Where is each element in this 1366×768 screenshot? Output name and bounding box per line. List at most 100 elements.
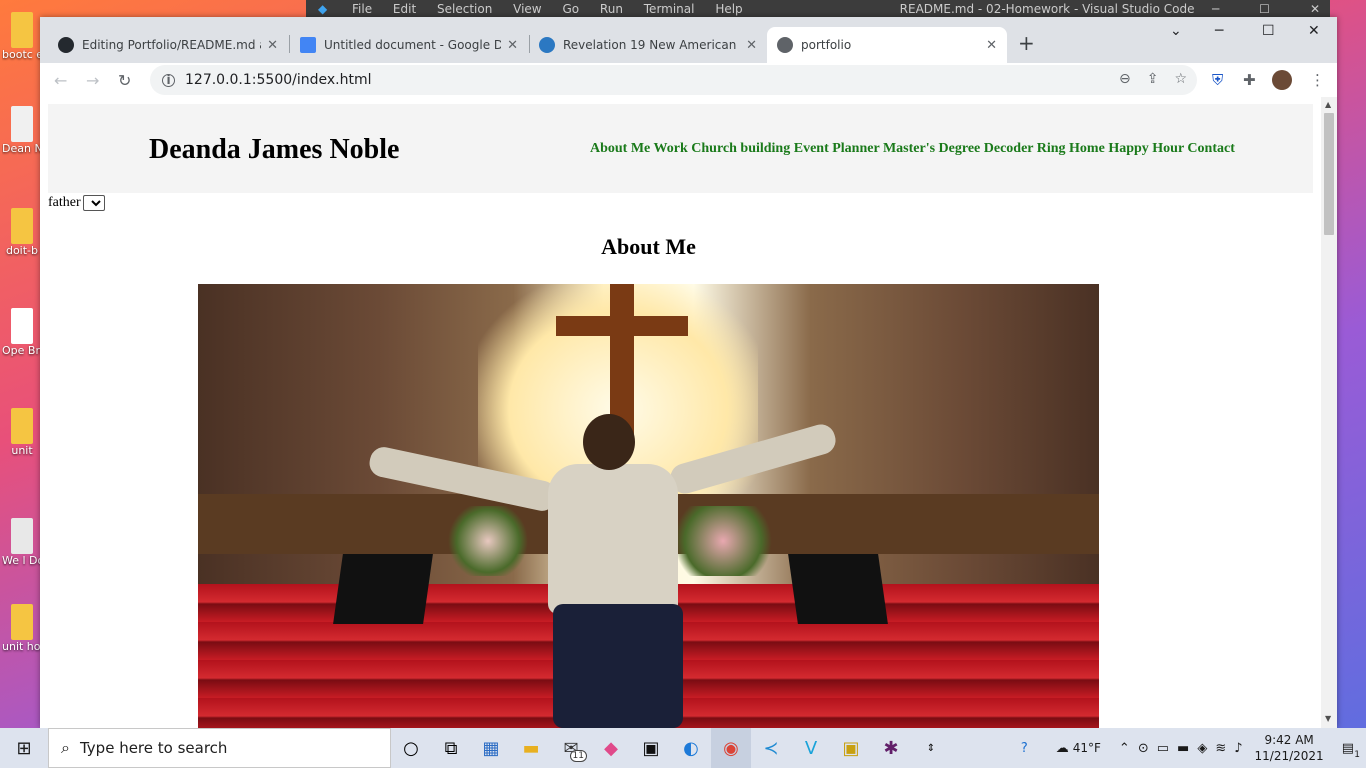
clock-date: 11/21/2021 (1254, 749, 1324, 763)
tab-search-chevron-icon[interactable]: ⌄ (1170, 23, 1182, 39)
father-select[interactable] (82, 195, 105, 211)
desktop-icon-folder[interactable]: unit home (2, 604, 42, 654)
back-arrow-icon[interactable]: ← (54, 71, 67, 90)
clock[interactable]: 9:42 AM 11/21/2021 (1255, 732, 1324, 764)
mail-icon[interactable]: ✉ 11 (551, 728, 591, 768)
nav-link-event-planner[interactable]: Event Planner (794, 141, 880, 156)
vscode-menu-go[interactable]: Go (562, 2, 579, 16)
scroll-down-arrow-icon[interactable]: ▼ (1325, 714, 1331, 723)
terminal-icon[interactable]: ▣ (631, 728, 671, 768)
reload-icon[interactable]: ↻ (118, 71, 131, 90)
scroll-up-arrow-icon[interactable]: ▲ (1325, 100, 1331, 109)
new-tab-plus-icon[interactable]: + (1018, 31, 1035, 55)
vue-app-icon[interactable]: V (791, 728, 831, 768)
volume-icon[interactable]: ♪ (1234, 741, 1242, 756)
nav-link-work[interactable]: Work (654, 141, 688, 156)
desktop-icon-browser[interactable]: Ope Browse (2, 308, 42, 358)
nav-link-decoder-ring[interactable]: Decoder Ring (984, 141, 1066, 156)
share-icon[interactable]: ⇪ (1147, 71, 1159, 87)
site-name: Deanda James Noble (149, 134, 400, 165)
nav-link-happy-hour[interactable]: Happy Hour (1108, 141, 1184, 156)
scrollbar-thumb[interactable] (1324, 113, 1334, 235)
desktop-icon-label: We l Dow (2, 554, 42, 567)
edge-icon[interactable]: ◐ (671, 728, 711, 768)
vscode-menu-help[interactable]: Help (715, 2, 742, 16)
meet-now-icon[interactable]: ⊙ (1138, 741, 1149, 756)
tab-title: portfolio (801, 38, 852, 52)
bible-site-icon (539, 37, 555, 53)
folder-icon (11, 208, 33, 244)
maximize-icon[interactable]: ☐ (1262, 23, 1275, 39)
weather-temperature[interactable]: 41°F (1073, 741, 1101, 755)
kebab-menu-icon[interactable]: ⋮ (1310, 71, 1325, 89)
close-tab-icon[interactable]: ✕ (507, 38, 518, 53)
about-me-photo (198, 284, 1099, 728)
weather-cloud-icon: ☁ (1055, 740, 1069, 756)
close-tab-icon[interactable]: ✕ (986, 38, 997, 53)
windows-start-icon[interactable]: ⊞ (0, 728, 48, 768)
tab-title: Revelation 19 New American Stan (563, 38, 740, 52)
bookmark-star-icon[interactable]: ☆ (1174, 71, 1187, 87)
profile-avatar[interactable] (1272, 70, 1292, 90)
vscode-window-controls: ─ ☐ ✕ (1212, 2, 1320, 16)
site-info-icon[interactable]: i (162, 73, 175, 87)
zoom-icon[interactable]: ⊖ (1119, 71, 1131, 87)
nav-link-church-building[interactable]: Church building (691, 141, 790, 156)
tab-portfolio[interactable]: portfolio ✕ (767, 27, 1007, 63)
nav-link-about-me[interactable]: About Me (590, 141, 650, 156)
vscode-taskbar-icon[interactable]: ≺ (751, 728, 791, 768)
desktop-icon-folder[interactable]: doit-b (2, 208, 42, 258)
vscode-menu-edit[interactable]: Edit (393, 2, 416, 16)
desktop-icon-folder[interactable]: unit (2, 408, 42, 458)
site-header: Deanda James Noble About Me Work Church … (48, 104, 1313, 193)
nav-link-masters-degree[interactable]: Master's Degree (883, 141, 980, 156)
minimize-icon[interactable]: ─ (1212, 2, 1219, 16)
desktop-icon-folder[interactable]: bootc event s (2, 12, 42, 62)
minimize-icon[interactable]: ─ (1215, 23, 1223, 39)
app-diamond-icon[interactable]: ◆ (591, 728, 631, 768)
taskbar-scroll-icon[interactable]: ⇕ (911, 728, 951, 768)
vscode-menu-run[interactable]: Run (600, 2, 623, 16)
desktop-icon-file[interactable]: We l Dow (2, 518, 42, 568)
extensions-puzzle-icon[interactable]: ✚ (1243, 71, 1256, 89)
desktop-icon-document[interactable]: Dean Nob (2, 106, 42, 156)
taskbar-search[interactable]: ⌕ Type here to search (48, 728, 391, 768)
close-icon[interactable]: ✕ (1310, 2, 1320, 16)
tab-github[interactable]: Editing Portfolio/README.md at ✕ (48, 27, 288, 63)
cortana-icon[interactable]: ○ (391, 728, 431, 768)
display-icon[interactable]: ▭ (1157, 741, 1169, 756)
vscode-menu-file[interactable]: File (352, 2, 372, 16)
desktop-icon-label: Dean Nob (2, 142, 42, 155)
vscode-menu-selection[interactable]: Selection (437, 2, 492, 16)
vscode-window-titlebar[interactable]: ◆ File Edit Selection View Go Run Termin… (306, 0, 1330, 18)
nav-link-home[interactable]: Home (1069, 141, 1105, 156)
sticky-app-icon[interactable]: ▣ (831, 728, 871, 768)
forward-arrow-icon[interactable]: → (86, 71, 99, 90)
wifi-icon[interactable]: ≋ (1215, 741, 1226, 756)
nav-link-contact[interactable]: Contact (1187, 141, 1234, 156)
slack-icon[interactable]: ✱ (871, 728, 911, 768)
chevron-up-icon[interactable]: ⌃ (1119, 741, 1130, 756)
url-text[interactable]: 127.0.0.1:5500/index.html (185, 72, 372, 88)
address-bar[interactable]: i 127.0.0.1:5500/index.html ⊖ ⇪ ☆ (150, 65, 1197, 95)
tab-google-docs[interactable]: Untitled document - Google Doc ✕ (290, 27, 528, 63)
notification-icon[interactable]: ▤ 1 (1342, 741, 1360, 760)
tab-revelation[interactable]: Revelation 19 New American Stan ✕ (529, 27, 767, 63)
file-explorer-icon[interactable]: ▬ (511, 728, 551, 768)
close-icon[interactable]: ✕ (1308, 23, 1320, 39)
dropbox-icon[interactable]: ◈ (1197, 741, 1207, 756)
battery-icon[interactable]: ▬ (1177, 741, 1189, 756)
tab-strip: Editing Portfolio/README.md at ✕ Untitle… (40, 17, 1337, 63)
chrome-icon[interactable]: ◉ (711, 728, 751, 768)
maximize-icon[interactable]: ☐ (1259, 2, 1270, 16)
close-tab-icon[interactable]: ✕ (746, 38, 757, 53)
vscode-menu-view[interactable]: View (513, 2, 541, 16)
close-tab-icon[interactable]: ✕ (267, 38, 278, 53)
help-icon[interactable]: ? (1021, 741, 1028, 756)
desktop-icon-label: bootc event s (2, 48, 42, 61)
task-view-icon[interactable]: ⧉ (431, 728, 471, 768)
page-scrollbar[interactable]: ▲ ▼ (1321, 97, 1337, 728)
store-icon[interactable]: ▦ (471, 728, 511, 768)
shield-extension-icon[interactable]: ⛨ (1212, 71, 1223, 89)
vscode-menu-terminal[interactable]: Terminal (644, 2, 695, 16)
